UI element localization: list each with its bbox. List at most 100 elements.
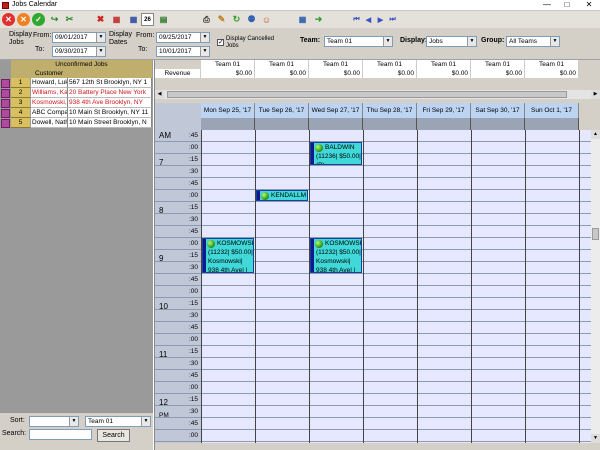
scroll-right-icon[interactable]: ▶ xyxy=(591,90,600,99)
group-select[interactable]: All Teams ▼ xyxy=(506,36,560,47)
chevron-down-icon[interactable]: ▼ xyxy=(200,33,209,42)
cancel-red-icon[interactable]: ✕ xyxy=(2,13,15,26)
minute-label: :15 xyxy=(189,396,199,403)
contact-icon[interactable]: ☺ xyxy=(260,13,273,26)
display-select[interactable]: Jobs ▼ xyxy=(426,36,477,47)
scroll-left-icon[interactable]: ◀ xyxy=(155,90,164,99)
close-button[interactable]: ✕ xyxy=(582,0,596,10)
appointment-block[interactable]: KOSMOWSK (11232| $50.00| Kosmowski| 938 4th… xyxy=(202,238,254,273)
appointment-block[interactable]: BALDWIN (11236| $50.00| (P) xyxy=(310,142,362,165)
scroll-thumb[interactable] xyxy=(167,91,567,98)
team-select[interactable]: Team 01 ▼ xyxy=(324,36,393,47)
cancel-orange-icon[interactable]: ✕ xyxy=(17,13,30,26)
day-header[interactable]: Wed Sep 27, '17 xyxy=(309,103,363,118)
customer-cell[interactable]: Howard, Luk xyxy=(31,78,68,88)
chevron-down-icon[interactable]: ▼ xyxy=(96,33,105,42)
tag-icon[interactable]: ✎ xyxy=(215,13,228,26)
address-cell[interactable]: 10 Main St Brooklyn, NY 11 xyxy=(68,108,152,118)
day-subheader xyxy=(417,118,471,130)
row-number[interactable]: 1 xyxy=(11,78,30,88)
calendar-day-icon[interactable]: 26 xyxy=(141,13,154,26)
customer-column-header[interactable]: Customer xyxy=(31,69,152,78)
last-nav-icon[interactable]: ⏭ xyxy=(386,13,399,26)
scroll-up-icon[interactable]: ▲ xyxy=(591,130,600,139)
day-column-divider xyxy=(255,130,256,443)
dates-to-label: To: xyxy=(138,46,148,53)
dates-to-input[interactable]: 10/01/2017 ▼ xyxy=(156,46,210,57)
calendar-x-icon[interactable]: ▦ xyxy=(110,13,123,26)
row-number[interactable]: 2 xyxy=(11,88,30,98)
refresh-arrow-icon[interactable]: ↪ xyxy=(48,13,61,26)
tools-icon[interactable]: ✂ xyxy=(63,13,76,26)
day-header[interactable]: Tue Sep 26, '17 xyxy=(255,103,309,118)
calendar-export-icon[interactable]: ▤ xyxy=(157,13,170,26)
search-button[interactable]: Search xyxy=(97,429,130,442)
printer-icon[interactable]: ⎙ xyxy=(200,13,213,26)
sort-team-select[interactable]: Team 01 ▼ xyxy=(85,416,151,427)
to-label: To: xyxy=(35,46,45,53)
address-cell[interactable]: 938 4th Ave Brooklyn, NY xyxy=(68,98,152,108)
day-column-divider xyxy=(417,130,418,443)
horizontal-scrollbar[interactable]: ◀ ▶ xyxy=(155,90,600,99)
chevron-down-icon[interactable]: ▼ xyxy=(141,417,150,426)
chevron-down-icon[interactable]: ▼ xyxy=(200,47,209,56)
address-cell[interactable]: 567 12th St Brooklyn, NY 1 xyxy=(68,78,152,88)
export-arrow-icon[interactable]: ➜ xyxy=(312,13,325,26)
job-status-icon[interactable] xyxy=(1,119,10,128)
calendar-grid[interactable]: AM:45 7:00:15:30:45 8:00:15:30:45 9:00:15:3… xyxy=(155,130,591,443)
customer-cell[interactable]: ABC Compar xyxy=(31,108,68,118)
customer-cell[interactable]: Williams, Kat xyxy=(31,88,68,98)
appointment-block[interactable]: KOSMOWSK (11232| $50.00| Kosmowski| 938 4th… xyxy=(310,238,362,273)
display-cancelled-checkbox[interactable]: ✓ xyxy=(217,39,224,46)
ok-green-icon[interactable]: ✓ xyxy=(32,13,45,26)
chevron-down-icon[interactable]: ▼ xyxy=(550,37,559,46)
scroll-down-icon[interactable]: ▼ xyxy=(591,434,600,443)
calendar-month-icon[interactable]: ▦ xyxy=(127,13,140,26)
chevron-down-icon[interactable]: ▼ xyxy=(96,47,105,56)
refresh-green-icon[interactable]: ↻ xyxy=(230,13,243,26)
display-cancelled-label: Display Cancelled Jobs xyxy=(226,36,275,49)
vertical-scrollbar[interactable]: ▲ ▼ xyxy=(591,130,600,443)
sort-team-value: Team 01 xyxy=(88,418,113,425)
job-status-icon[interactable] xyxy=(1,89,10,98)
revenue-team-header: Team 01 xyxy=(309,60,363,69)
address-cell[interactable]: 20 Battery Place New York xyxy=(68,88,152,98)
search-input[interactable] xyxy=(29,429,92,440)
jobs-from-input[interactable]: 09/01/2017 ▼ xyxy=(52,32,106,43)
row-number[interactable]: 3 xyxy=(11,98,30,108)
day-header[interactable]: Fri Sep 29, '17 xyxy=(417,103,471,118)
dates-from-label: From: xyxy=(136,32,155,39)
address-cell[interactable]: 10 Main Street Brooklyn, N xyxy=(68,118,152,128)
display-jobs-label: Display Jobs xyxy=(9,31,32,46)
job-status-icon[interactable] xyxy=(1,109,10,118)
sort-select[interactable]: ▼ xyxy=(29,416,79,427)
scroll-thumb-vertical[interactable] xyxy=(592,228,599,240)
day-header[interactable]: Sun Oct 1, '17 xyxy=(525,103,579,118)
chevron-down-icon[interactable]: ▼ xyxy=(69,417,78,426)
status-ball-icon xyxy=(315,144,323,152)
customer-cell[interactable]: Dowell, Nath xyxy=(31,118,68,128)
chevron-down-icon[interactable]: ▼ xyxy=(383,37,392,46)
job-status-icon[interactable] xyxy=(1,79,10,88)
chevron-down-icon[interactable]: ▼ xyxy=(467,37,476,46)
grid-icon[interactable]: ▦ xyxy=(296,13,309,26)
appointment-name: KOSMOWSK xyxy=(325,240,362,247)
customer-cell[interactable]: Kosmowski, xyxy=(31,98,68,108)
job-status-icon[interactable] xyxy=(1,99,10,108)
day-header[interactable]: Thu Sep 28, '17 xyxy=(363,103,417,118)
team-label: Team: xyxy=(300,37,321,44)
dates-from-input[interactable]: 09/25/2017 ▼ xyxy=(156,32,210,43)
appointment-block[interactable]: KENDALLM xyxy=(256,190,308,201)
delete-x-icon[interactable]: ✖ xyxy=(94,13,107,26)
day-header[interactable]: Mon Sep 25, '17 xyxy=(201,103,255,118)
user-add-icon[interactable]: ⚉ xyxy=(245,13,258,26)
appointment-detail: 938 4th Ave| | xyxy=(208,267,248,273)
jobs-to-input[interactable]: 09/30/2017 ▼ xyxy=(52,46,106,57)
row-number[interactable]: 5 xyxy=(11,118,30,128)
row-number[interactable]: 4 xyxy=(11,108,30,118)
minimize-button[interactable]: — xyxy=(540,0,554,10)
appointment-bar xyxy=(311,143,314,164)
hour-label: AM xyxy=(159,131,171,140)
day-header[interactable]: Sat Sep 30, '17 xyxy=(471,103,525,118)
maximize-button[interactable]: □ xyxy=(560,0,574,10)
